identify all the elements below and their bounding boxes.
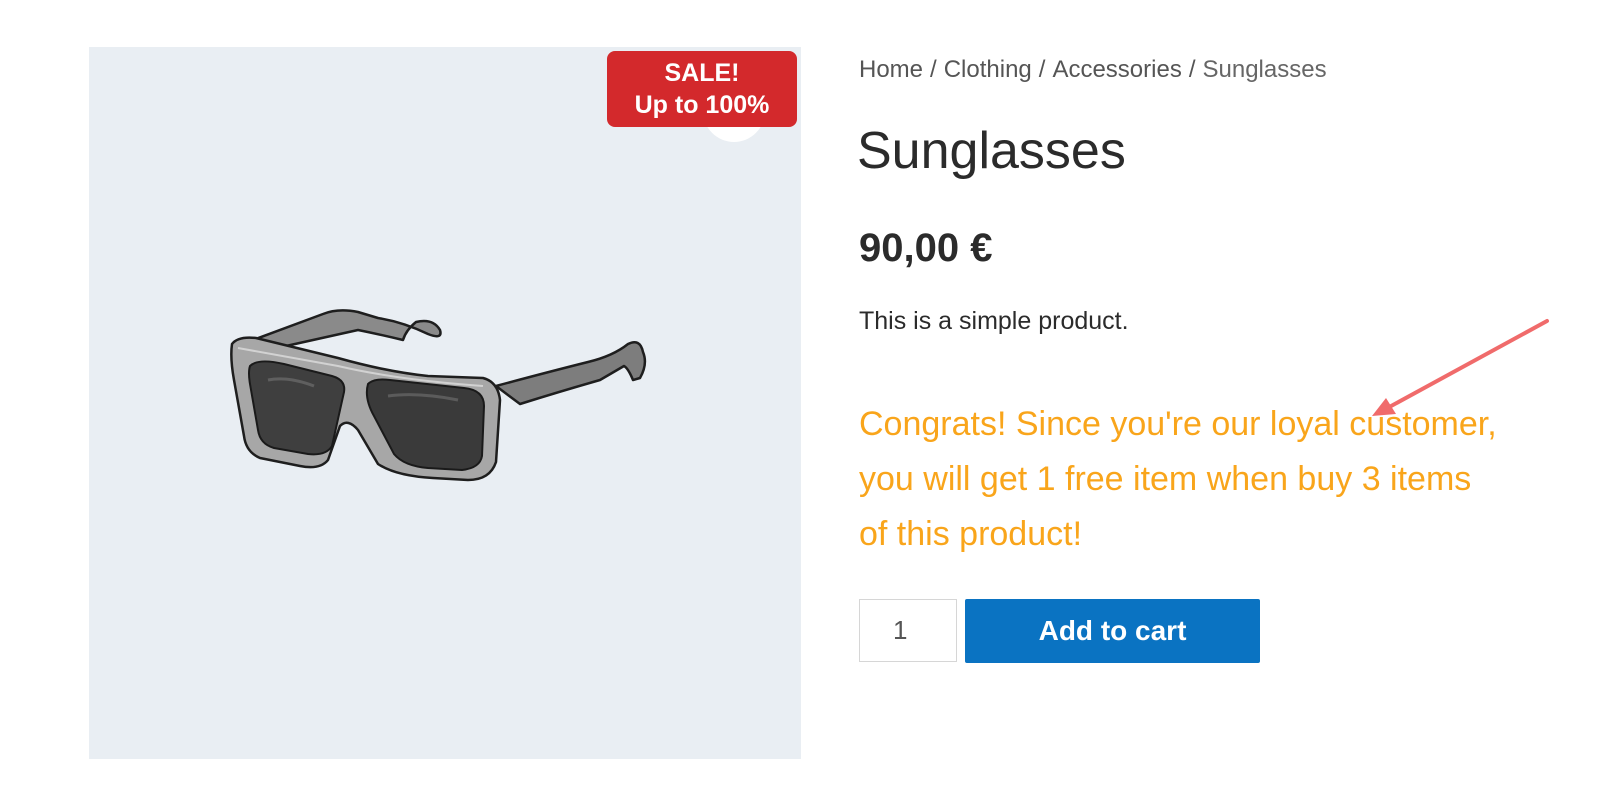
breadcrumb: Home / Clothing / Accessories / Sunglasses (859, 56, 1327, 84)
annotation-arrow-icon (1372, 319, 1549, 416)
product-price: 90,00 € (859, 226, 993, 270)
breadcrumb-home[interactable]: Home (859, 56, 923, 83)
breadcrumb-separator: / (930, 56, 937, 83)
breadcrumb-separator: / (1038, 56, 1046, 83)
sale-badge-line1: SALE! (664, 59, 740, 87)
sale-badge-line2: Up to 100% (634, 91, 770, 119)
add-to-cart-button[interactable]: Add to cart (965, 599, 1260, 663)
breadcrumb-separator: / (1188, 56, 1196, 83)
product-title: Sunglasses (857, 122, 1126, 180)
quantity-input[interactable] (859, 599, 957, 662)
loyalty-discount-message: Congrats! Since you're our loyal custome… (859, 405, 1497, 553)
sale-badge: SALE! Up to 100% (607, 51, 797, 127)
sunglasses-image (230, 309, 647, 482)
breadcrumb-current: Sunglasses (1202, 56, 1327, 83)
add-to-cart-form: Add to cart (859, 599, 1260, 663)
product-short-description: This is a simple product. (859, 307, 1129, 335)
breadcrumb-accessories[interactable]: Accessories (1052, 56, 1181, 83)
product-page: SALE! Up to 100% Home / Clothing / Accessori… (0, 0, 1600, 799)
breadcrumb-clothing[interactable]: Clothing (944, 56, 1032, 83)
